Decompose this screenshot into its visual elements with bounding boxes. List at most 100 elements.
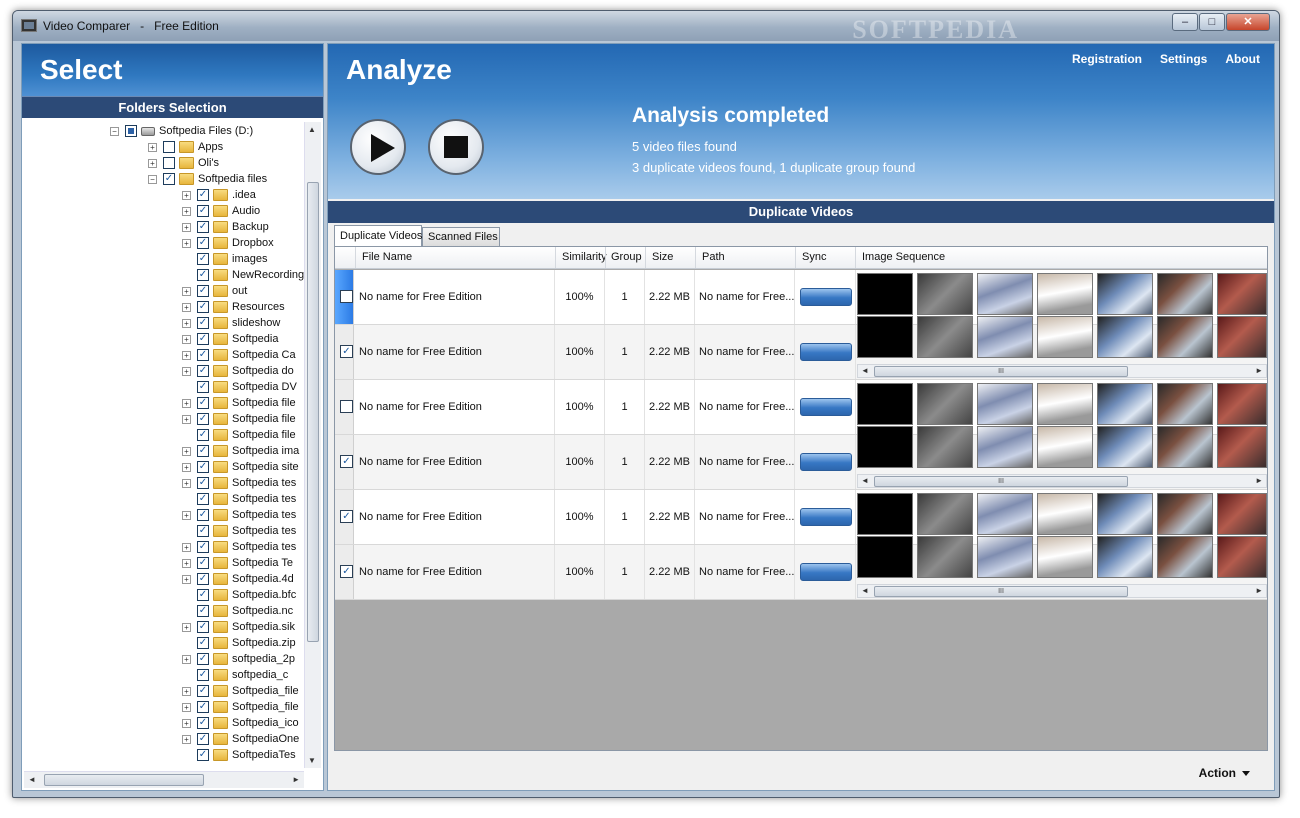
about-link[interactable]: About (1225, 52, 1260, 66)
tree-item[interactable]: + ✓ Softpedia tes (182, 475, 296, 491)
tree-checkbox[interactable]: ✓ (197, 365, 209, 378)
tree-item[interactable]: + ✓ Dropbox (182, 235, 274, 251)
tree-item[interactable]: ✓ Softpedia.zip (182, 635, 296, 651)
expand-icon[interactable]: + (182, 718, 191, 728)
collapse-icon[interactable]: − (110, 126, 119, 136)
sync-button[interactable] (800, 288, 852, 306)
expand-icon[interactable]: + (182, 622, 191, 632)
tree-checkbox[interactable]: ✓ (197, 557, 209, 570)
registration-link[interactable]: Registration (1072, 52, 1142, 66)
tree-checkbox[interactable]: ✓ (197, 445, 209, 458)
tree-checkbox[interactable] (125, 125, 137, 138)
tree-item[interactable]: + ✓ Audio (182, 203, 260, 219)
tree-checkbox[interactable]: ✓ (197, 669, 209, 682)
tree-item[interactable]: − ✓ Softpedia files (148, 171, 267, 187)
tree-item[interactable]: + ✓ Softpedia.sik (182, 619, 295, 635)
tree-checkbox[interactable]: ✓ (197, 525, 209, 538)
action-menu-button[interactable]: Action (1199, 766, 1250, 780)
row-checkbox[interactable]: ✓ (340, 510, 353, 523)
expand-icon[interactable]: + (182, 478, 191, 488)
expand-icon[interactable]: + (182, 446, 191, 456)
tree-item[interactable]: ✓ Softpedia.bfc (182, 587, 296, 603)
expand-icon[interactable]: + (182, 414, 191, 424)
scroll-thumb[interactable]: III (874, 586, 1128, 597)
sync-button[interactable] (800, 453, 852, 471)
expand-icon[interactable]: + (182, 510, 191, 520)
tree-checkbox[interactable]: ✓ (197, 237, 209, 250)
sync-button[interactable] (800, 563, 852, 581)
scroll-thumb[interactable]: III (874, 366, 1128, 377)
scroll-down-icon[interactable]: ▼ (308, 756, 316, 765)
tree-vertical-scrollbar[interactable]: ▲ ▼ (304, 122, 321, 768)
tree-item[interactable]: + ✓ Softpedia (182, 331, 278, 347)
sync-button[interactable] (800, 508, 852, 526)
row-checkbox[interactable]: ✓ (340, 455, 353, 468)
expand-icon[interactable]: + (182, 702, 191, 712)
scroll-left-icon[interactable]: ◄ (861, 586, 869, 595)
play-icon[interactable] (350, 119, 406, 175)
tree-item[interactable]: + ✓ Softpedia_file (182, 683, 299, 699)
tree-checkbox[interactable]: ✓ (197, 701, 209, 714)
expand-icon[interactable]: + (182, 734, 191, 744)
tree-checkbox[interactable]: ✓ (197, 349, 209, 362)
column-image-sequence[interactable]: Image Sequence (862, 251, 945, 263)
tree-checkbox[interactable]: ✓ (197, 413, 209, 426)
tree-item[interactable]: + ✓ Softpedia Ca (182, 347, 296, 363)
expand-icon[interactable]: + (182, 558, 191, 568)
scroll-right-icon[interactable]: ► (1255, 586, 1263, 595)
column-size[interactable]: Size (652, 251, 673, 263)
scroll-left-icon[interactable]: ◄ (861, 366, 869, 375)
expand-icon[interactable]: + (182, 334, 191, 344)
tree-item[interactable]: + ✓ Softpedia ima (182, 443, 299, 459)
tree-item[interactable]: + ✓ out (182, 283, 247, 299)
scroll-right-icon[interactable]: ► (1255, 476, 1263, 485)
tree-checkbox[interactable]: ✓ (197, 269, 209, 282)
tree-item[interactable]: ✓ SoftpediaTes (182, 747, 296, 763)
maximize-button[interactable]: □ (1199, 13, 1225, 31)
settings-link[interactable]: Settings (1160, 52, 1207, 66)
title-bar[interactable]: Video Comparer - Free Edition SOFTPEDIA … (13, 11, 1279, 44)
image-sequence-scrollbar[interactable]: ◄ III ► (857, 474, 1267, 488)
row-checkbox[interactable]: ✓ (340, 345, 353, 358)
expand-icon[interactable]: + (182, 462, 191, 472)
tree-item[interactable]: + ✓ Softpedia file (182, 411, 296, 427)
tree-item[interactable]: + ✓ Softpedia_file (182, 699, 299, 715)
tree-item[interactable]: + ✓ .idea (182, 187, 256, 203)
column-file-name[interactable]: File Name (362, 251, 412, 263)
collapse-icon[interactable]: − (148, 174, 157, 184)
tree-checkbox[interactable]: ✓ (197, 189, 209, 202)
folder-tree[interactable]: − Softpedia Files (D:) + Apps + Oli's − ✓ Softpe… (24, 122, 304, 768)
image-sequence-scrollbar[interactable]: ◄ III ► (857, 364, 1267, 378)
scroll-left-icon[interactable]: ◄ (861, 476, 869, 485)
tree-item[interactable]: ✓ Softpedia tes (182, 491, 296, 507)
tree-item[interactable]: + ✓ Backup (182, 219, 269, 235)
expand-icon[interactable]: + (182, 190, 191, 200)
tree-checkbox[interactable]: ✓ (197, 429, 209, 442)
expand-icon[interactable]: + (148, 158, 157, 168)
expand-icon[interactable]: + (182, 574, 191, 584)
expand-icon[interactable]: + (182, 542, 191, 552)
minimize-button[interactable]: ‒ (1172, 13, 1198, 31)
tree-checkbox[interactable]: ✓ (197, 541, 209, 554)
tree-item[interactable]: + ✓ Softpedia.4d (182, 571, 294, 587)
tree-hscroll-thumb[interactable] (44, 774, 204, 786)
tree-checkbox[interactable] (163, 141, 175, 154)
expand-icon[interactable]: + (182, 222, 191, 232)
tree-item[interactable]: ✓ Softpedia.nc (182, 603, 293, 619)
tree-checkbox[interactable]: ✓ (197, 573, 209, 586)
row-checkbox[interactable]: ✓ (340, 565, 353, 578)
duplicates-grid[interactable]: File Name Similarity Group Size Path Syn… (334, 246, 1268, 751)
tree-item[interactable]: ✓ images (182, 251, 267, 267)
scroll-right-icon[interactable]: ► (1255, 366, 1263, 375)
tree-checkbox[interactable]: ✓ (197, 477, 209, 490)
tree-checkbox[interactable]: ✓ (197, 749, 209, 762)
expand-icon[interactable]: + (182, 350, 191, 360)
tree-checkbox[interactable]: ✓ (197, 509, 209, 522)
tree-checkbox[interactable]: ✓ (163, 173, 175, 186)
tree-checkbox[interactable]: ✓ (197, 301, 209, 314)
tree-item[interactable]: + ✓ Softpedia site (182, 459, 299, 475)
tree-item[interactable]: + ✓ Softpedia_ico (182, 715, 299, 731)
tree-item[interactable]: ✓ softpedia_c (182, 667, 288, 683)
tree-item[interactable]: + ✓ Softpedia tes (182, 507, 296, 523)
scroll-left-icon[interactable]: ◄ (28, 775, 36, 784)
